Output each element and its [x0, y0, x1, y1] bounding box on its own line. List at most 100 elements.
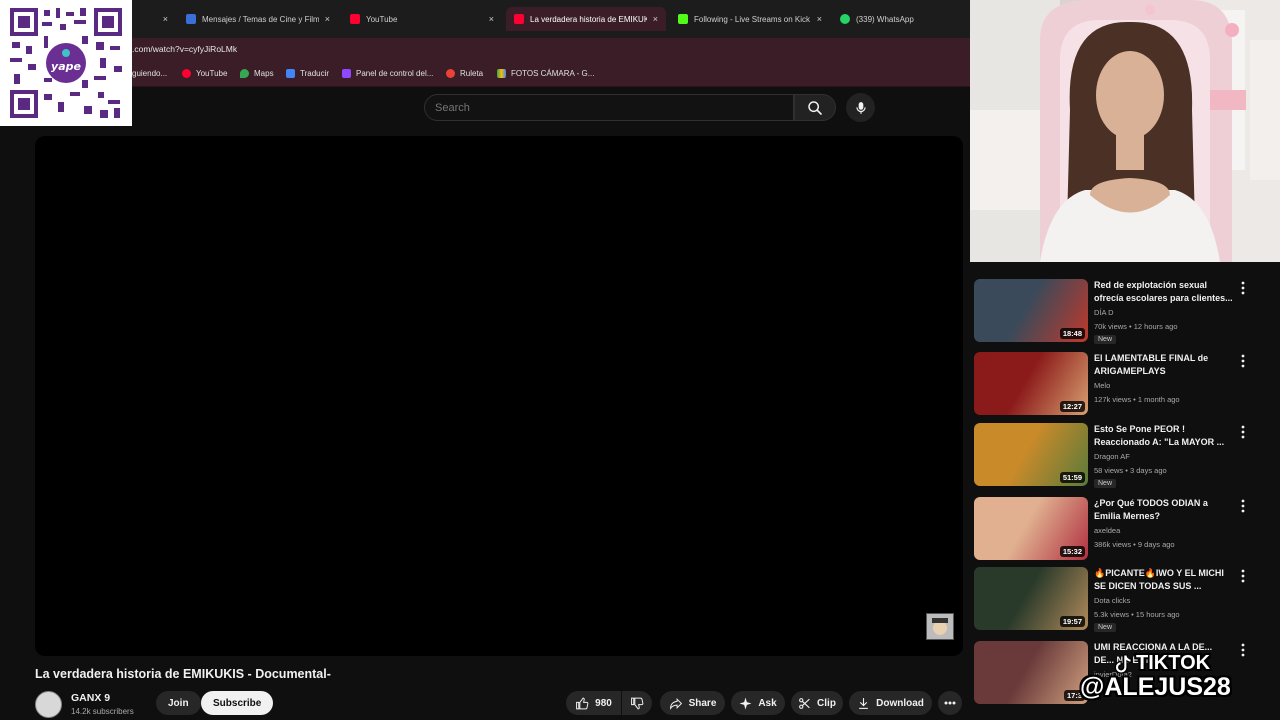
- close-tab-icon[interactable]: ×: [653, 14, 658, 24]
- video-thumbnail[interactable]: 17:3: [974, 641, 1088, 704]
- browser-tab[interactable]: Following - Live Streams on Kick ×: [670, 7, 830, 31]
- more-vertical-icon[interactable]: [1239, 425, 1247, 439]
- roulette-icon: [446, 69, 455, 78]
- browser-tab[interactable]: (339) WhatsApp: [832, 7, 962, 31]
- browser-tab[interactable]: Mensajes / Temas de Cine y Filmes ×: [178, 7, 338, 31]
- more-vertical-icon[interactable]: [1239, 281, 1247, 295]
- recommended-video[interactable]: 51:59 Esto Se Pone PEOR ! Reaccionado A: …: [974, 423, 1280, 488]
- more-horizontal-icon: [944, 701, 956, 705]
- video-duration: 18:48: [1059, 328, 1085, 339]
- yape-qr-code: yape: [0, 0, 132, 126]
- like-count: 980: [595, 697, 612, 709]
- recommended-video[interactable]: 18:48 Red de explotación sexual ofrecía e…: [974, 279, 1280, 344]
- video-duration: 51:59: [1059, 472, 1085, 483]
- video-player[interactable]: [35, 136, 963, 656]
- recommended-video[interactable]: 15:32 ¿Por Qué TODOS ODIAN a Emilia Merne…: [974, 497, 1280, 561]
- recommended-video-meta: 58 views • 3 days ago: [1094, 466, 1167, 475]
- recommended-video-meta: 70k views • 12 hours ago: [1094, 322, 1178, 331]
- video-thumbnail[interactable]: 18:48: [974, 279, 1088, 342]
- close-tab-icon[interactable]: ×: [325, 14, 330, 24]
- recommended-video-meta: 127k views • 1 month ago: [1094, 395, 1180, 404]
- bookmark-item[interactable]: Ruleta: [446, 69, 483, 78]
- twitch-icon: [342, 69, 351, 78]
- video-thumbnail[interactable]: 51:59: [974, 423, 1088, 486]
- sparkle-icon: [739, 697, 752, 709]
- subscribe-button[interactable]: Subscribe: [201, 691, 274, 715]
- recommended-video-title[interactable]: El LAMENTABLE FINAL de ARIGAMEPLAYS: [1094, 352, 1234, 378]
- new-badge: New: [1094, 623, 1117, 632]
- tiktok-handle-overlay: TIKTOK @ALEJUS28: [1080, 652, 1231, 701]
- recommended-video-title[interactable]: 🔥PICANTE🔥IWO Y EL MICHI SE DICEN TODAS S…: [1094, 567, 1234, 593]
- more-vertical-icon[interactable]: [1239, 569, 1247, 583]
- new-badge: New: [1094, 335, 1117, 344]
- clip-button[interactable]: Clip: [791, 691, 843, 715]
- microphone-icon: [855, 101, 866, 114]
- close-tab-icon[interactable]: ×: [817, 14, 822, 24]
- close-tab-icon[interactable]: ×: [163, 14, 168, 24]
- dislike-button[interactable]: [622, 691, 652, 715]
- tiktok-logo-icon: [1114, 653, 1132, 674]
- yape-logo-text: yape: [51, 60, 81, 73]
- recommended-channel-name[interactable]: axeldea: [1094, 526, 1120, 535]
- translate-icon: [286, 69, 295, 78]
- webcam-image: [970, 0, 1280, 262]
- recommended-channel-name[interactable]: Dragon AF: [1094, 452, 1130, 461]
- subscriber-count: 14.2k subscribers: [71, 707, 134, 716]
- recommended-video[interactable]: 12:27 El LAMENTABLE FINAL de ARIGAMEPLAYS…: [974, 352, 1280, 416]
- address-bar[interactable]: .com/watch?v=cyfyJiRoLMk: [0, 38, 970, 62]
- voice-search-button[interactable]: [846, 93, 875, 122]
- recommended-channel-name[interactable]: Melo: [1094, 381, 1110, 390]
- whatsapp-favicon-icon: [840, 14, 850, 24]
- video-duration: 15:32: [1059, 546, 1085, 557]
- browser-tab[interactable]: ×: [132, 7, 176, 31]
- share-button[interactable]: Share: [660, 691, 725, 715]
- join-button[interactable]: Join: [156, 691, 201, 715]
- more-vertical-icon[interactable]: [1239, 354, 1247, 368]
- ask-button[interactable]: Ask: [731, 691, 785, 715]
- channel-watermark[interactable]: [926, 613, 954, 640]
- youtube-icon: [182, 69, 191, 78]
- search-box[interactable]: [424, 94, 794, 121]
- url-text[interactable]: .com/watch?v=cyfyJiRoLMk: [132, 44, 237, 54]
- channel-info: GANX 9 14.2k subscribers: [71, 692, 151, 716]
- search-input[interactable]: [435, 102, 775, 114]
- recommended-video-meta: 386k views • 9 days ago: [1094, 540, 1175, 549]
- thumbs-down-icon: [631, 697, 644, 709]
- video-title: La verdadera historia de EMIKUKIS - Docu…: [35, 667, 331, 681]
- browser-tab-active[interactable]: La verdadera historia de EMIKUKIS ×: [506, 7, 666, 31]
- recommended-video-title[interactable]: Red de explotación sexual ofrecía escola…: [1094, 279, 1234, 305]
- bookmark-item[interactable]: guiendo...: [132, 69, 167, 78]
- video-thumbnail[interactable]: 12:27: [974, 352, 1088, 415]
- close-tab-icon[interactable]: ×: [489, 14, 494, 24]
- like-button[interactable]: 980: [566, 691, 621, 715]
- video-thumbnail[interactable]: 19:57: [974, 567, 1088, 630]
- new-badge: New: [1094, 479, 1117, 488]
- scissors-icon: [799, 697, 810, 709]
- recommended-channel-name[interactable]: DÍA D: [1094, 308, 1114, 317]
- more-actions-button[interactable]: [938, 691, 962, 715]
- video-thumbnail[interactable]: 15:32: [974, 497, 1088, 560]
- channel-name[interactable]: GANX 9: [71, 692, 151, 704]
- qr-code-icon: yape: [8, 6, 124, 120]
- channel-avatar[interactable]: [35, 690, 62, 718]
- more-vertical-icon[interactable]: [1239, 643, 1247, 657]
- recommended-video[interactable]: 19:57 🔥PICANTE🔥IWO Y EL MICHI SE DICEN TO…: [974, 567, 1280, 632]
- search-button[interactable]: [794, 94, 836, 121]
- browser-tab[interactable]: YouTube ×: [342, 7, 502, 31]
- bookmark-item[interactable]: FOTOS CÁMARA - G...: [497, 69, 594, 78]
- kick-favicon-icon: [678, 14, 688, 24]
- channel-owner: GANX 9 14.2k subscribers: [35, 690, 151, 718]
- tab-favicon-icon: [186, 14, 196, 24]
- bookmark-item[interactable]: Maps: [240, 69, 274, 78]
- recommended-video-title[interactable]: ¿Por Qué TODOS ODIAN a Emilia Mernes?: [1094, 497, 1234, 523]
- bookmark-item[interactable]: Traducir: [286, 69, 329, 78]
- bookmark-item[interactable]: YouTube: [182, 69, 227, 78]
- video-duration: 12:27: [1059, 401, 1085, 412]
- more-vertical-icon[interactable]: [1239, 499, 1247, 513]
- search-icon: [808, 100, 822, 115]
- download-button[interactable]: Download: [849, 691, 932, 715]
- recommended-channel-name[interactable]: Dota clicks: [1094, 596, 1130, 605]
- recommended-video-meta: 5.3k views • 15 hours ago: [1094, 610, 1180, 619]
- recommended-video-title[interactable]: Esto Se Pone PEOR ! Reaccionado A: "La M…: [1094, 423, 1234, 449]
- bookmark-item[interactable]: Panel de control del...: [342, 69, 433, 78]
